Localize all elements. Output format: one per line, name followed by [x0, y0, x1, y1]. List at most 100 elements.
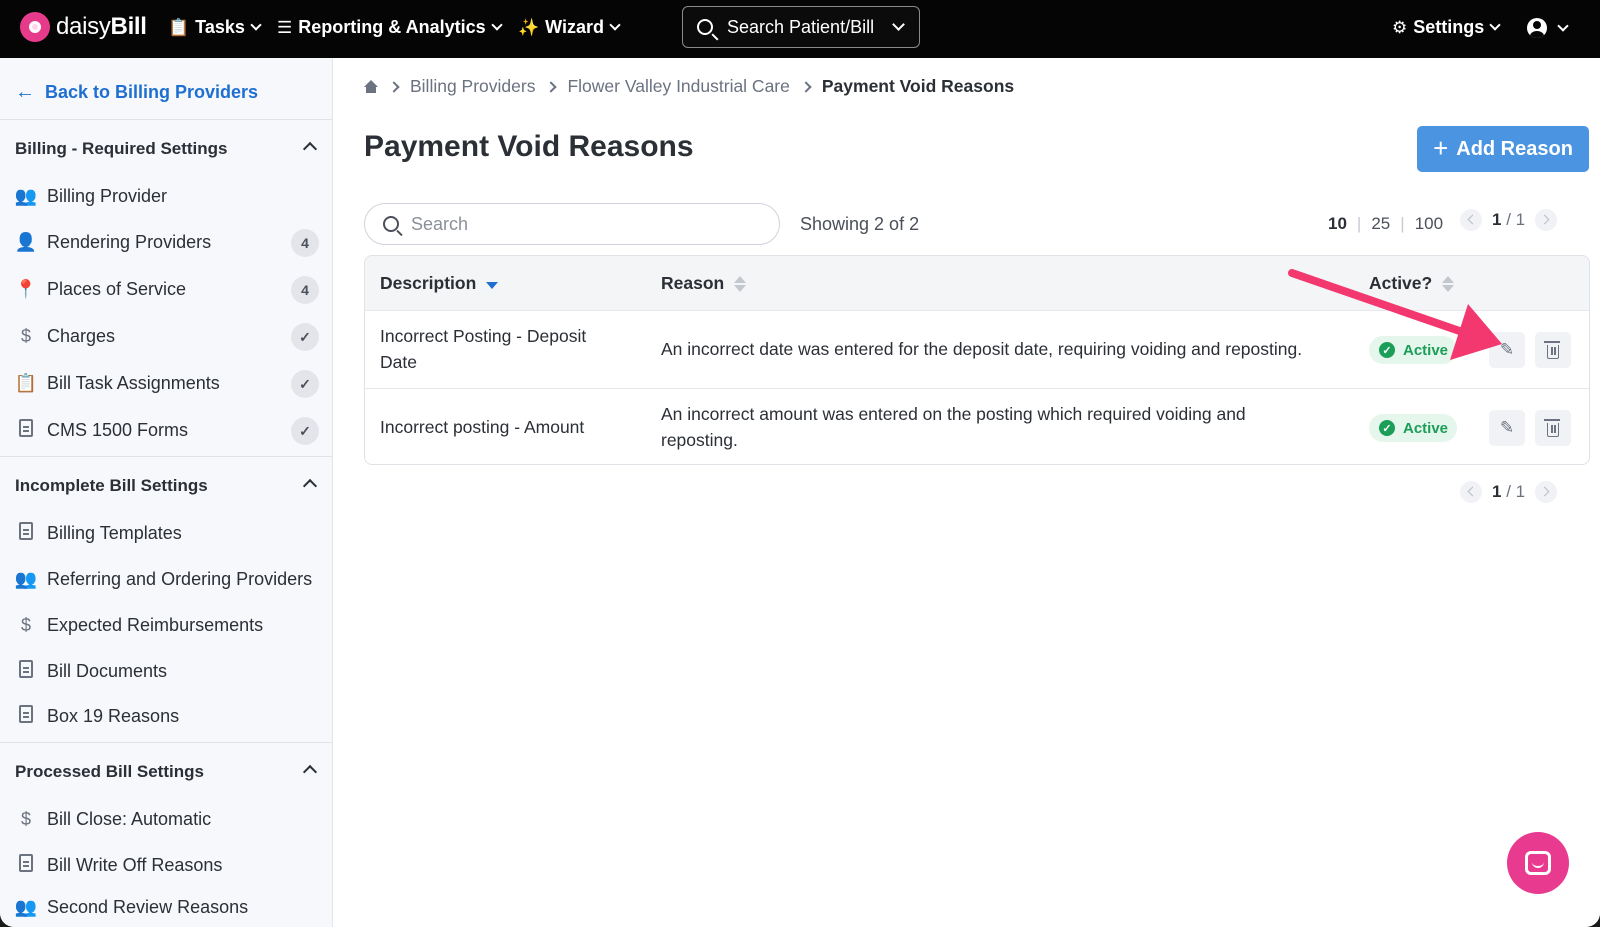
per-page-100[interactable]: 100: [1415, 214, 1443, 234]
chevron-up-icon[interactable]: [302, 764, 318, 780]
sidebar-item-label: Charges: [47, 325, 116, 346]
chevron-up-icon[interactable]: [302, 478, 318, 494]
users-icon: 👥: [14, 185, 38, 206]
sidebar-item-label: Bill Close: Automatic: [47, 808, 212, 829]
nav-tasks-label: Tasks: [195, 17, 245, 37]
chevron-right-icon: [388, 80, 400, 93]
column-description[interactable]: Description: [380, 273, 499, 294]
sidebar-item-referring-ordering-providers[interactable]: 👥 Referring and Ordering Providers: [13, 564, 319, 594]
trash-icon: [1544, 340, 1560, 359]
edit-button[interactable]: ✎: [1489, 410, 1525, 446]
dollar-icon: $: [20, 325, 31, 346]
home-icon[interactable]: [364, 79, 378, 94]
nav-wizard[interactable]: ✨ Wizard: [518, 17, 621, 38]
void-reasons-table: Description Reason Active? Incorrect Pos…: [364, 255, 1590, 465]
arrow-left-icon: ←: [15, 81, 35, 103]
row-description: Incorrect posting - Amount: [380, 417, 585, 437]
column-label: Reason: [661, 273, 725, 293]
divider: [0, 742, 332, 743]
chevron-down-icon: [892, 18, 905, 31]
row-reason: An incorrect date was entered for the de…: [661, 339, 1303, 359]
sidebar-item-label: Bill Task Assignments: [47, 372, 220, 393]
search-icon: [697, 19, 713, 35]
back-link-label: Back to Billing Providers: [45, 82, 259, 102]
prev-page-icon[interactable]: [1460, 209, 1482, 231]
check-badge: ✓: [291, 323, 319, 351]
breadcrumb-provider[interactable]: Flower Valley Industrial Care: [567, 76, 789, 97]
prev-page-icon[interactable]: [1460, 481, 1482, 503]
per-page-25[interactable]: 25: [1371, 214, 1390, 234]
nav-reporting-analytics[interactable]: ☰ Reporting & Analytics: [277, 17, 503, 38]
row-description: Incorrect Posting - Deposit Date: [380, 326, 587, 372]
section-billing-required[interactable]: Billing - Required Settings: [15, 139, 318, 159]
add-reason-button[interactable]: + Add Reason: [1417, 126, 1589, 172]
status-badge: ✓ Active: [1369, 414, 1457, 442]
page-total: / 1: [1506, 210, 1526, 229]
document-icon: [13, 521, 39, 545]
edit-button[interactable]: ✎: [1489, 332, 1525, 368]
user-menu[interactable]: [1527, 18, 1569, 38]
check-badge: ✓: [291, 417, 319, 445]
per-page-10[interactable]: 10: [1328, 214, 1347, 234]
sidebar-item-bill-task-assignments[interactable]: 📋 Bill Task Assignments ✓: [13, 368, 319, 398]
sidebar-item-label: Expected Reimbursements: [47, 614, 264, 635]
column-label: Active?: [1369, 273, 1433, 293]
patient-bill-search[interactable]: Search Patient/Bill: [682, 6, 920, 48]
section-title: Processed Bill Settings: [15, 762, 204, 781]
pagination-top: 1 / 1: [1460, 209, 1558, 231]
sidebar-item-expected-reimbursements[interactable]: $ Expected Reimbursements: [13, 610, 319, 640]
count-badge: 4: [291, 276, 319, 304]
chevron-down-icon: [250, 19, 262, 31]
sidebar-item-charges[interactable]: $ Charges ✓: [13, 321, 319, 351]
divider: [0, 119, 332, 120]
sidebar-item-cms-1500-forms[interactable]: CMS 1500 Forms ✓: [13, 415, 319, 445]
sort-icon: [734, 275, 747, 292]
delete-button[interactable]: [1535, 410, 1571, 446]
chevron-up-icon[interactable]: [302, 141, 318, 157]
sidebar-item-bill-write-off-reasons[interactable]: Bill Write Off Reasons: [13, 850, 319, 880]
sidebar-item-bill-close-automatic[interactable]: $ Bill Close: Automatic: [13, 804, 319, 834]
table-search-input[interactable]: Search: [364, 203, 780, 245]
sort-desc-icon: [486, 281, 499, 289]
back-to-billing-providers-link[interactable]: ← Back to Billing Providers: [15, 81, 258, 104]
pencil-icon: ✎: [1499, 418, 1515, 437]
divider: [0, 456, 332, 457]
column-reason[interactable]: Reason: [661, 273, 747, 294]
sidebar-item-box-19-reasons[interactable]: Box 19 Reasons: [13, 701, 319, 731]
chevron-down-icon: [609, 19, 621, 31]
result-count: Showing 2 of 2: [800, 214, 920, 234]
nav-settings[interactable]: ⚙ Settings: [1392, 17, 1501, 38]
sidebar-item-bill-documents[interactable]: Bill Documents: [13, 656, 319, 686]
table-row: Incorrect posting - Amount An incorrect …: [365, 388, 1589, 464]
sidebar-item-places-of-service[interactable]: 📍 Places of Service 4: [13, 274, 319, 304]
sidebar-item-label: Billing Provider: [47, 185, 168, 206]
next-page-icon[interactable]: [1535, 209, 1558, 231]
main-content: Billing Providers Flower Valley Industri…: [334, 58, 1600, 927]
column-label: Description: [380, 273, 477, 293]
daisybill-logo[interactable]: daisyBill: [20, 12, 147, 42]
next-page-icon[interactable]: [1535, 481, 1558, 503]
brand-name-bold: Bill: [110, 13, 147, 40]
chevron-down-icon: [1489, 19, 1501, 31]
delete-button[interactable]: [1535, 332, 1571, 368]
sidebar-item-rendering-providers[interactable]: 👤 Rendering Providers 4: [13, 227, 319, 257]
nav-settings-label: Settings: [1413, 17, 1485, 37]
section-processed-bill[interactable]: Processed Bill Settings: [15, 762, 318, 782]
breadcrumb-billing-providers[interactable]: Billing Providers: [410, 76, 535, 97]
sidebar-item-billing-provider[interactable]: 👥 Billing Provider: [13, 181, 319, 211]
document-icon: [13, 704, 39, 728]
section-incomplete-bill[interactable]: Incomplete Bill Settings: [15, 476, 318, 496]
column-active[interactable]: Active?: [1369, 273, 1455, 294]
nav-tasks[interactable]: 📋 Tasks: [168, 17, 262, 38]
chevron-right-icon: [545, 80, 558, 93]
chat-launcher-button[interactable]: [1507, 832, 1569, 894]
sidebar-item-billing-templates[interactable]: Billing Templates: [13, 518, 319, 548]
pencil-icon: ✎: [1499, 340, 1515, 359]
table-row: Incorrect Posting - Deposit Date An inco…: [365, 310, 1589, 388]
plus-icon: +: [1433, 132, 1449, 163]
sidebar-item-second-review-reasons[interactable]: 👥 Second Review Reasons: [13, 892, 319, 922]
chevron-right-icon: [800, 80, 812, 93]
dollar-icon: $: [20, 808, 31, 829]
check-badge: ✓: [291, 370, 319, 398]
dollar-icon: $: [20, 614, 31, 635]
